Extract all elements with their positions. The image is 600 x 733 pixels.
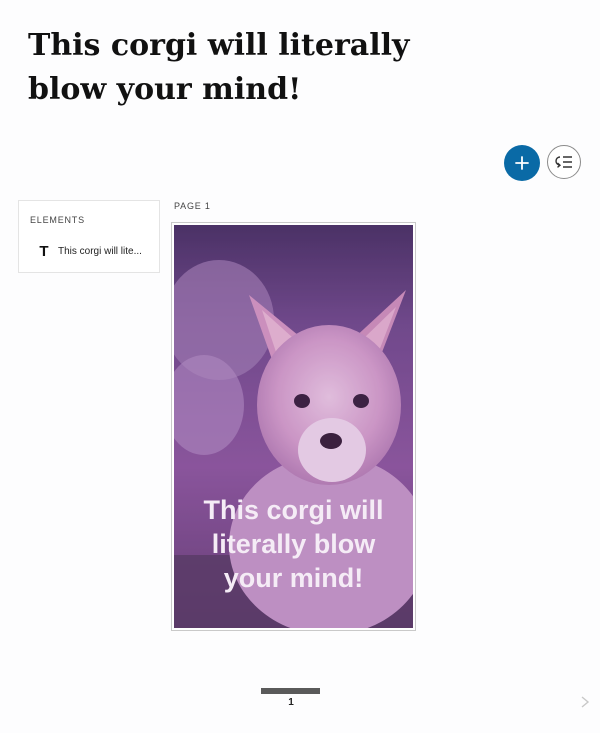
element-item-text[interactable]: T This corgi will lite... xyxy=(37,242,157,260)
carousel-page-thumbnail[interactable] xyxy=(261,688,320,694)
page-canvas[interactable]: This corgi will literally blow your mind… xyxy=(174,225,413,628)
elements-panel: ELEMENTS T This corgi will lite... xyxy=(18,200,160,273)
story-title: This corgi will literally blow your mind… xyxy=(28,28,410,107)
text-type-icon: T xyxy=(39,242,49,260)
page-label: PAGE 1 xyxy=(174,201,211,211)
plus-icon xyxy=(515,156,529,170)
elements-heading: ELEMENTS xyxy=(30,215,85,225)
reorder-list-icon xyxy=(555,156,572,168)
add-page-button[interactable] xyxy=(504,145,540,181)
reorder-pages-button[interactable] xyxy=(547,145,581,179)
page-text[interactable]: This corgi will literally blow your mind… xyxy=(174,493,413,595)
chevron-right-icon[interactable] xyxy=(578,695,592,709)
page-frame: This corgi will literally blow your mind… xyxy=(171,222,416,631)
carousel-page-number: 1 xyxy=(288,697,294,708)
element-item-label: This corgi will lite... xyxy=(58,245,142,257)
